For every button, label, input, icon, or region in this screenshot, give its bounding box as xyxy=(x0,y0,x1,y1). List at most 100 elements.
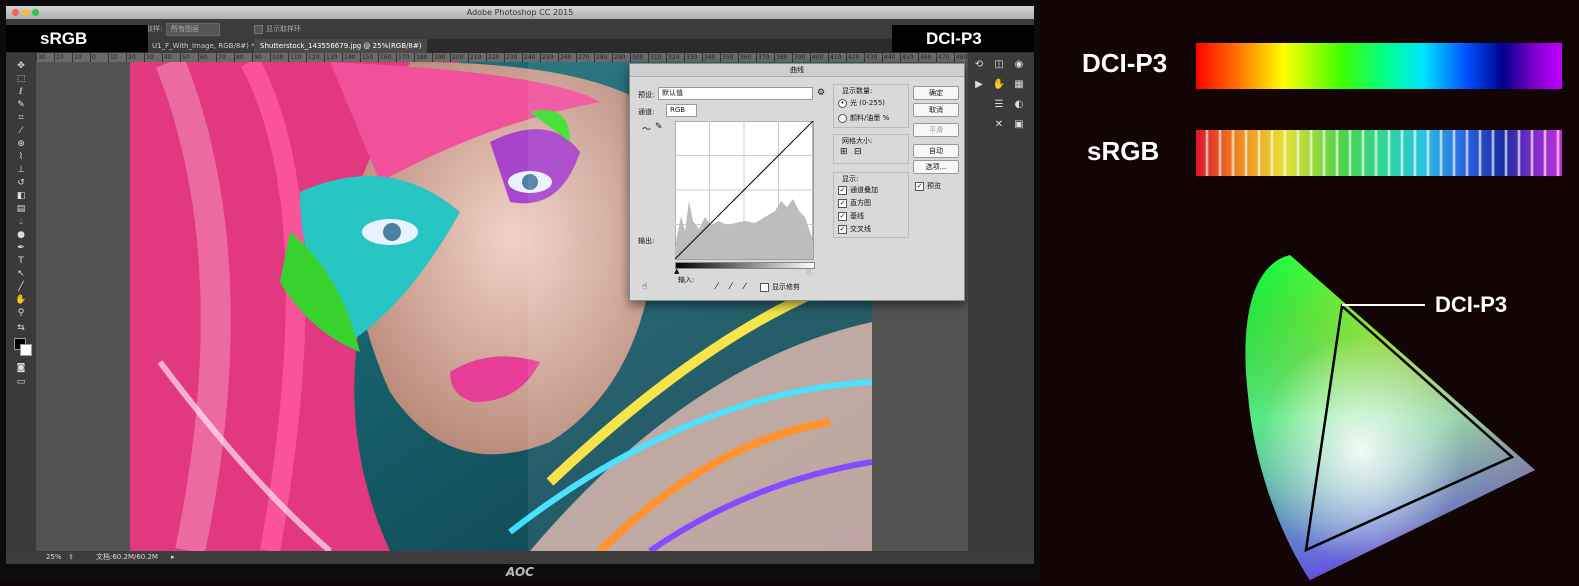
dialog-title: 曲线 xyxy=(630,64,964,77)
ruler-tick-label: 150 xyxy=(360,53,374,62)
quick-mask-icon[interactable]: ◙ xyxy=(15,363,27,373)
color-panel-icon[interactable]: ◉ xyxy=(1012,59,1026,71)
ruler-tick-label: 200 xyxy=(450,53,464,62)
auto-button[interactable]: 自动 xyxy=(913,144,959,158)
healing-brush-tool-icon[interactable]: ⊕ xyxy=(15,139,27,149)
white-point-slider[interactable]: △ xyxy=(806,267,811,275)
dci-p3-overlay-label: DCI-P3 xyxy=(892,25,1034,52)
histogram-checkbox[interactable]: ✓ 直方图 xyxy=(838,198,871,208)
input-label: 输入: xyxy=(678,276,695,284)
clone-stamp-tool-icon[interactable]: ⊥ xyxy=(15,165,27,175)
dci-p3-color-bar xyxy=(1196,43,1562,89)
brush-tool-icon[interactable]: ⌇ xyxy=(15,152,27,162)
intersection-line-checkbox[interactable]: ✓ 交叉线 xyxy=(838,224,871,234)
adjustments-panel-icon[interactable]: ☰ xyxy=(992,99,1006,111)
move-tool-icon[interactable]: ✥ xyxy=(15,61,27,71)
swatches-panel-icon[interactable]: ▦ xyxy=(1012,79,1026,91)
type-tool-icon[interactable]: T xyxy=(15,256,27,266)
ruler-tick-label: 460 xyxy=(918,53,932,62)
black-eyedropper-icon[interactable]: ⁄ xyxy=(716,282,718,292)
preview-checkbox[interactable]: ✓ 预览 xyxy=(915,181,941,191)
ruler-tick-label: 90 xyxy=(252,53,262,62)
ruler-tick-label: 160 xyxy=(378,53,392,62)
document-size: 文档:60.2M/60.2M xyxy=(96,553,158,561)
white-eyedropper-icon[interactable]: ⁄ xyxy=(744,282,746,292)
cancel-button[interactable]: 取消 xyxy=(913,103,959,117)
paths-panel-icon[interactable]: ▣ xyxy=(1012,119,1026,131)
light-radio[interactable]: • 光 (0-255) xyxy=(838,98,885,108)
ruler-tick-label: 20 xyxy=(54,53,64,62)
monitor-frame: Adobe Photoshop CC 2015 取样: 所有图层 显示取样环 U… xyxy=(0,0,1040,582)
hand-tool-icon[interactable]: ✋ xyxy=(15,295,27,305)
maximize-window-button[interactable] xyxy=(32,9,39,16)
sample-label: 取样: xyxy=(146,25,163,33)
gradient-tool-icon[interactable]: ▤ xyxy=(15,204,27,214)
minimize-window-button[interactable] xyxy=(22,9,29,16)
sample-select[interactable]: 所有图层 xyxy=(166,23,220,36)
baseline-checkbox[interactable]: ✓ 基线 xyxy=(838,211,864,221)
eyedropper-tool-icon[interactable]: ⁄ xyxy=(15,126,27,136)
dodge-tool-icon[interactable]: ● xyxy=(15,230,27,240)
ruler-tick-label: 140 xyxy=(342,53,356,62)
curve-graph[interactable] xyxy=(675,121,815,261)
line-tool-icon[interactable]: ╱ xyxy=(15,282,27,292)
ruler-tick-label: 360 xyxy=(738,53,752,62)
zoom-tool-icon[interactable]: ⚲ xyxy=(15,308,27,318)
pen-tool-icon[interactable]: ✒ xyxy=(15,243,27,253)
blur-tool-icon[interactable]: 💧︎ xyxy=(15,217,27,227)
grid-small-icon[interactable]: ⊞ xyxy=(840,147,848,157)
styles-panel-icon[interactable]: ◐ xyxy=(1012,99,1026,111)
ruler-tick-label: 370 xyxy=(756,53,770,62)
status-menu-arrow-icon[interactable]: ▸ xyxy=(171,551,175,564)
tool-presets-icon[interactable]: ✋ xyxy=(992,79,1006,91)
path-select-tool-icon[interactable]: ↖ xyxy=(15,269,27,279)
properties-panel-icon[interactable]: ✕ xyxy=(992,119,1006,131)
layers-panel-icon[interactable]: ◫ xyxy=(992,59,1006,71)
ok-button[interactable]: 确定 xyxy=(913,86,959,100)
lasso-tool-icon[interactable]: ℓ xyxy=(15,87,27,97)
grid-large-icon[interactable]: ⊟ xyxy=(854,147,862,157)
eraser-tool-icon[interactable]: ◧ xyxy=(15,191,27,201)
ruler-tick-label: 270 xyxy=(576,53,590,62)
black-point-slider[interactable]: ▲ xyxy=(674,267,679,275)
pencil-draw-icon[interactable]: ✎ xyxy=(655,122,663,132)
preset-select[interactable]: 默认值 xyxy=(658,87,813,100)
screen-mode-icon[interactable]: ▭ xyxy=(15,377,27,387)
background-color-swatch[interactable] xyxy=(20,344,32,356)
crop-tool-icon[interactable]: ⌗ xyxy=(15,113,27,123)
preset-options-gear-icon[interactable]: ⚙ xyxy=(817,88,825,98)
options-button[interactable]: 选项... xyxy=(913,160,959,174)
right-panel-dock: ⟲ ◫ ◉ ✋ ▦ ▶ ☰ ◐ ✕ ▣ xyxy=(968,53,1034,551)
ruler-tick-label: 410 xyxy=(828,53,842,62)
ruler-tick-label: 80 xyxy=(234,53,244,62)
smooth-button[interactable]: 平滑 xyxy=(913,123,959,137)
marquee-tool-icon[interactable]: ⬚ xyxy=(15,74,27,84)
ruler-tick-label: 330 xyxy=(684,53,698,62)
ruler-tick-label: 480 xyxy=(954,53,968,62)
actions-panel-icon[interactable]: ▶ xyxy=(972,79,986,91)
swap-colors-icon[interactable]: ⇆ xyxy=(15,323,27,333)
quick-select-tool-icon[interactable]: ✎ xyxy=(15,100,27,110)
input-gradient-bar xyxy=(675,262,815,269)
ruler-tick-label: 60 xyxy=(198,53,208,62)
ruler-tick-label: 50 xyxy=(180,53,190,62)
pigment-radio[interactable]: 颜料/油墨 % xyxy=(838,113,889,123)
channel-select[interactable]: RGB xyxy=(666,104,697,117)
share-icon[interactable]: ⇪ xyxy=(68,551,74,564)
ruler-tick-label: 180 xyxy=(414,53,428,62)
gray-eyedropper-icon[interactable]: ⁄ xyxy=(730,282,732,292)
zoom-level[interactable]: 25% xyxy=(46,551,62,564)
history-panel-icon[interactable]: ⟲ xyxy=(972,59,986,71)
show-clipping-checkbox[interactable]: 显示修剪 xyxy=(760,282,800,292)
curve-edit-icon[interactable]: 〜 xyxy=(642,122,651,135)
history-brush-tool-icon[interactable]: ↺ xyxy=(15,178,27,188)
close-window-button[interactable] xyxy=(12,9,19,16)
tab-document-2[interactable]: Shutterstock_143556679.jpg @ 25%(RGB/8#) xyxy=(254,39,428,53)
tab-document-1[interactable]: U1_F_With_Image, RGB/8#) * xyxy=(146,39,261,53)
tools-panel: ✥ ⬚ ℓ ✎ ⌗ ⁄ ⊕ ⌇ ⊥ ↺ ◧ ▤ 💧︎ ● ✒ T ↖ ╱ ✋ ⚲… xyxy=(6,53,36,551)
target-adjust-icon[interactable]: ☝ xyxy=(642,282,647,292)
ruler-tick-label: 110 xyxy=(288,53,302,62)
show-sampling-ring-checkbox[interactable]: 显示取样环 xyxy=(254,19,301,39)
channel-overlay-checkbox[interactable]: ✓ 通道叠加 xyxy=(838,185,878,195)
ruler-tick-label: 10 xyxy=(72,53,82,62)
